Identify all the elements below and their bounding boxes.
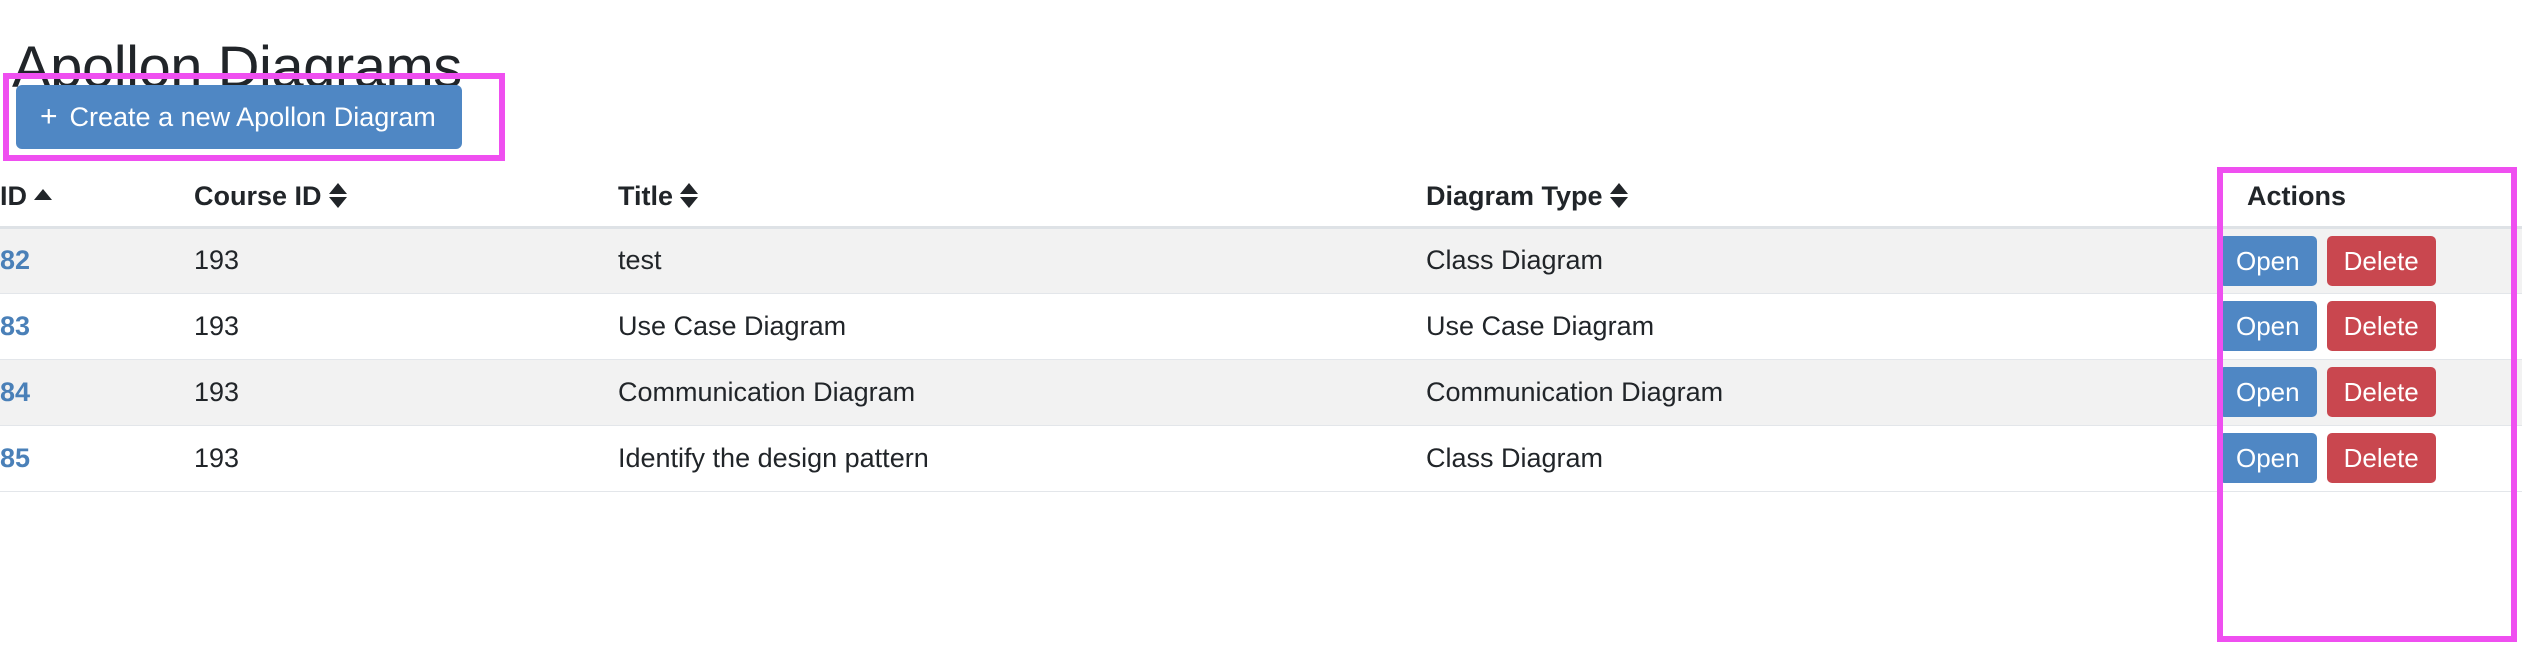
cell-actions: Open Delete — [2219, 358, 2522, 426]
sort-both-icon[interactable] — [680, 183, 699, 209]
cell-course-id: 193 — [194, 358, 618, 426]
cell-course-id: 193 — [194, 424, 618, 492]
column-header-diagram-type[interactable]: Diagram Type — [1426, 167, 2219, 229]
delete-button[interactable]: Delete — [2326, 235, 2436, 286]
sort-both-icon[interactable] — [328, 183, 347, 209]
table-row: 84 193 Communication Diagram Communicati… — [0, 358, 2522, 426]
column-header-actions-label: Actions — [2247, 180, 2347, 211]
cell-diagram-type: Use Case Diagram — [1426, 292, 2219, 360]
cell-title: Communication Diagram — [618, 358, 1426, 426]
column-header-course-id-label: Course ID — [194, 180, 322, 211]
create-diagram-button-label: Create a new Apollon Diagram — [69, 101, 436, 132]
column-header-id-label: ID — [0, 180, 27, 211]
cell-diagram-type: Class Diagram — [1426, 226, 2219, 294]
cell-id: 85 — [0, 424, 194, 492]
delete-button[interactable]: Delete — [2326, 367, 2436, 417]
cell-course-id: 193 — [194, 292, 618, 360]
cell-course-id: 193 — [194, 226, 618, 294]
open-button[interactable]: Open — [2219, 367, 2317, 417]
cell-actions: Open Delete — [2219, 292, 2522, 360]
column-header-course-id[interactable]: Course ID — [194, 167, 618, 229]
cell-title: Use Case Diagram — [618, 292, 1426, 360]
cell-diagram-type: Communication Diagram — [1426, 358, 2219, 426]
cell-diagram-type: Class Diagram — [1426, 424, 2219, 492]
cell-id: 83 — [0, 292, 194, 360]
cell-id: 84 — [0, 358, 194, 426]
table-row: 83 193 Use Case Diagram Use Case Diagram… — [0, 292, 2522, 360]
diagrams-table: ID Course ID Title Diagram Type Actions — [0, 167, 2522, 492]
sort-ascending-icon[interactable] — [34, 188, 52, 203]
column-header-actions: Actions — [2219, 167, 2522, 229]
page-root: Apollon Diagrams + Create a new Apollon … — [0, 0, 2522, 648]
open-button[interactable]: Open — [2219, 235, 2317, 286]
open-button[interactable]: Open — [2219, 433, 2317, 483]
row-actions: Open Delete — [2219, 433, 2522, 483]
diagram-id-link[interactable]: 85 — [0, 443, 30, 473]
diagram-id-link[interactable]: 84 — [0, 377, 30, 407]
cell-title: Identify the design pattern — [618, 424, 1426, 492]
diagrams-table-container: ID Course ID Title Diagram Type Actions — [0, 167, 2522, 492]
column-header-id[interactable]: ID — [0, 167, 194, 229]
cell-actions: Open Delete — [2219, 424, 2522, 492]
row-actions: Open Delete — [2219, 235, 2522, 286]
column-header-title[interactable]: Title — [618, 167, 1426, 229]
cell-id: 82 — [0, 226, 194, 294]
column-header-title-label: Title — [618, 180, 674, 211]
table-row: 82 193 test Class Diagram Open Delete — [0, 226, 2522, 294]
cell-actions: Open Delete — [2219, 226, 2522, 294]
table-row: 85 193 Identify the design pattern Class… — [0, 424, 2522, 492]
table-body: 82 193 test Class Diagram Open Delete 83 — [0, 226, 2522, 492]
column-header-diagram-type-label: Diagram Type — [1426, 180, 1603, 211]
sort-both-icon[interactable] — [1609, 183, 1628, 209]
create-diagram-button[interactable]: + Create a new Apollon Diagram — [16, 85, 462, 149]
table-header-row: ID Course ID Title Diagram Type Actions — [0, 167, 2522, 229]
diagram-id-link[interactable]: 83 — [0, 311, 30, 341]
table-header: ID Course ID Title Diagram Type Actions — [0, 167, 2522, 229]
cell-title: test — [618, 226, 1426, 294]
delete-button[interactable]: Delete — [2326, 301, 2436, 351]
row-actions: Open Delete — [2219, 301, 2522, 351]
delete-button[interactable]: Delete — [2326, 433, 2436, 483]
diagram-id-link[interactable]: 82 — [0, 245, 30, 275]
open-button[interactable]: Open — [2219, 301, 2317, 351]
plus-icon: + — [40, 100, 58, 133]
row-actions: Open Delete — [2219, 367, 2522, 417]
